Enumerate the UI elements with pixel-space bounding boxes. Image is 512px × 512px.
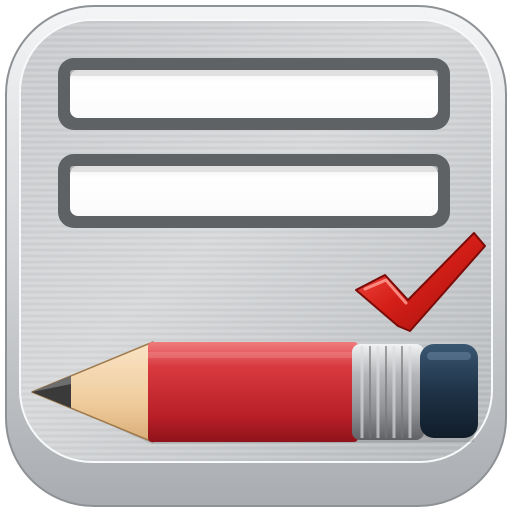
app-icon-graphic bbox=[5, 5, 507, 507]
form-field-1[interactable] bbox=[58, 58, 450, 130]
form-field-2[interactable] bbox=[58, 154, 450, 228]
app-icon[interactable] bbox=[0, 0, 512, 512]
